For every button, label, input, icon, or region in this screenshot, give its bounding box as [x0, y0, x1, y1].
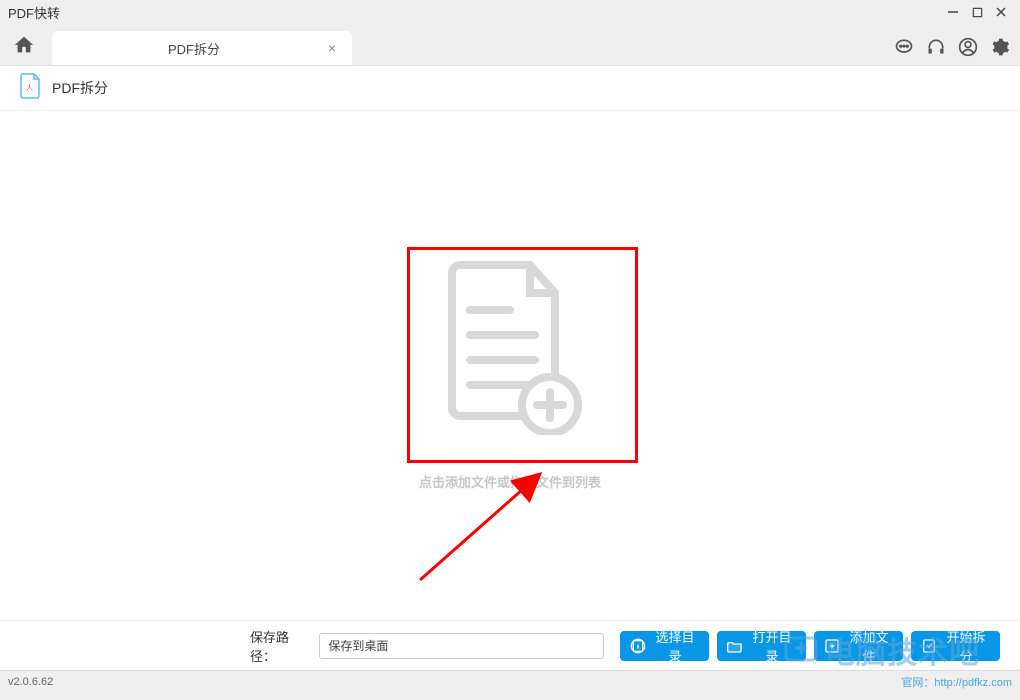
content-area: 人 PDF拆分 点击添加文件或拖拽文件到列表 保存路径： [0, 66, 1020, 670]
statusbar: v2.0.6.62 官网：http://pdfkz.com [0, 670, 1020, 692]
maximize-button[interactable] [966, 2, 988, 22]
app-title: PDF快转 [8, 3, 60, 22]
content-header: 人 PDF拆分 [0, 66, 1020, 111]
headphones-icon[interactable] [924, 35, 948, 59]
gear-icon[interactable] [988, 35, 1012, 59]
tab-pdf-split[interactable]: PDF拆分 × [52, 31, 352, 65]
pdf-file-icon: 人 [20, 73, 42, 104]
home-icon[interactable] [8, 29, 40, 61]
select-dir-label: 选择目录 [651, 627, 699, 665]
content-header-label: PDF拆分 [52, 78, 108, 98]
tab-label: PDF拆分 [64, 39, 324, 58]
toolbar: PDF拆分 × [0, 24, 1020, 66]
add-file-icon [435, 255, 585, 435]
start-split-label: 开始拆分 [942, 627, 990, 665]
drop-hint-text: 点击添加文件或拖拽文件到列表 [419, 472, 601, 491]
tab-close-icon[interactable]: × [324, 40, 340, 56]
close-button[interactable] [990, 2, 1012, 22]
user-icon[interactable] [956, 35, 980, 59]
titlebar: PDF快转 [0, 0, 1020, 24]
open-dir-button[interactable]: 打开目录 [717, 631, 806, 661]
add-file-button[interactable]: 添加文件 [814, 631, 903, 661]
select-dir-button[interactable]: 选择目录 [620, 631, 709, 661]
save-path-label: 保存路径： [250, 627, 311, 665]
open-dir-label: 打开目录 [748, 627, 796, 665]
save-path-input[interactable] [319, 633, 604, 659]
start-split-button[interactable]: 开始拆分 [911, 631, 1000, 661]
svg-text:人: 人 [26, 84, 33, 92]
website-link[interactable]: 官网：http://pdfkz.com [901, 674, 1012, 690]
window-controls [942, 2, 1012, 22]
add-file-label: 添加文件 [845, 627, 893, 665]
footer: 保存路径： 选择目录 打开目录 添加文件 开始拆分 [0, 620, 1020, 670]
version-text: v2.0.6.62 [8, 676, 53, 688]
minimize-button[interactable] [942, 2, 964, 22]
toolbar-icons [892, 35, 1012, 59]
file-drop-area[interactable]: 点击添加文件或拖拽文件到列表 [0, 111, 1020, 620]
chat-icon[interactable] [892, 35, 916, 59]
